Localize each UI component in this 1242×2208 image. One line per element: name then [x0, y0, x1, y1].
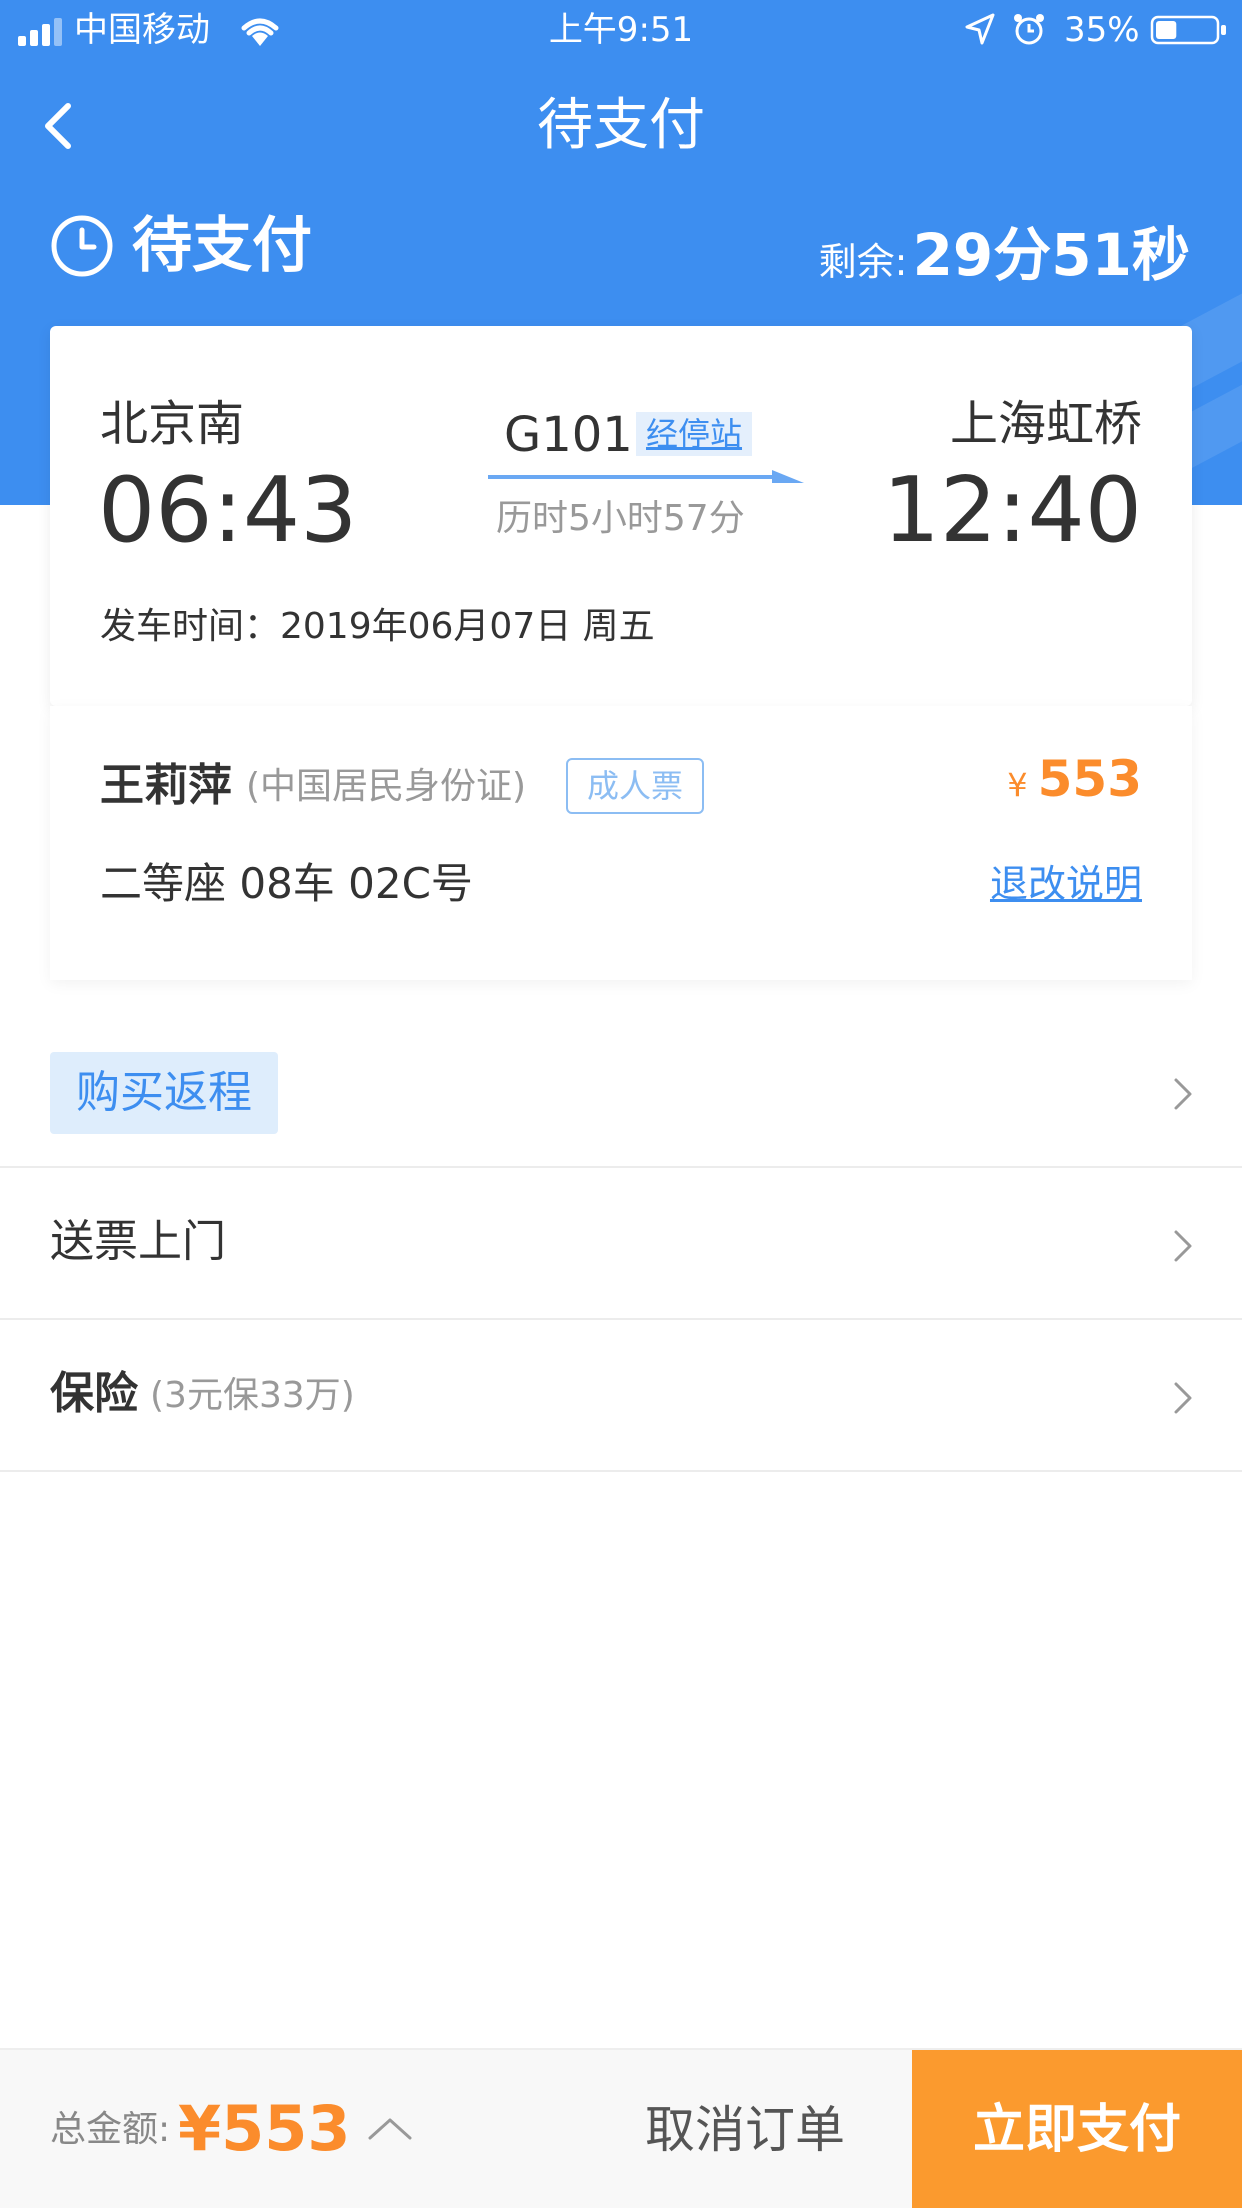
- countdown-value: 29分51秒: [912, 221, 1190, 289]
- chevron-right-icon: [1174, 1382, 1192, 1414]
- status-time: 上午9:51: [548, 10, 694, 50]
- departure-date: 发车时间：2019年06月07日 周五: [100, 606, 655, 647]
- seat-info: 二等座 08车 02C号: [100, 859, 473, 908]
- ticket-delivery-row[interactable]: 送票上门: [0, 1168, 1242, 1320]
- price-amount: 553: [1037, 750, 1142, 808]
- location-arrow-icon: [965, 13, 995, 45]
- arrival-station: 上海虹桥: [949, 396, 1142, 452]
- departure-station: 北京南: [100, 396, 245, 452]
- insurance-row[interactable]: 保险 (3元保33万): [0, 1320, 1242, 1472]
- bottom-bar: 总金额: ¥553 取消订单 立即支付: [0, 2048, 1242, 2208]
- countdown-label: 剩余:: [818, 240, 908, 284]
- payment-countdown: 剩余: 29分51秒: [819, 208, 1190, 292]
- ticket-card: 北京南 06:43 G101 经停站 历时5小时57分 上海虹桥 12:40 发…: [50, 326, 1192, 706]
- page-title: 待支付: [537, 93, 705, 158]
- delivery-label: 送票上门: [50, 1216, 226, 1267]
- alarm-icon: [1014, 14, 1044, 45]
- clock-icon: [51, 215, 113, 277]
- route-arrow-icon: [488, 470, 804, 483]
- cancel-order-button[interactable]: 取消订单: [620, 2050, 870, 2208]
- ticket-price: ¥553: [1007, 750, 1142, 808]
- trip-duration: 历时5小时57分: [496, 498, 745, 539]
- ticket-type-badge: 成人票: [566, 758, 704, 814]
- insurance-detail: (3元保33万): [150, 1375, 355, 1416]
- currency-symbol: ¥: [1007, 766, 1028, 804]
- pay-now-button[interactable]: 立即支付: [912, 2050, 1242, 2208]
- stops-link[interactable]: 经停站: [636, 412, 753, 456]
- total-amount: ¥553: [178, 2092, 351, 2165]
- battery-icon: [1150, 15, 1226, 45]
- return-trip-row[interactable]: 购买返程: [0, 1016, 1242, 1168]
- return-trip-label: 购买返程: [50, 1052, 278, 1134]
- passenger-card: 王莉萍 (中国居民身份证) 成人票 ¥553 二等座 08车 02C号 退改说明: [50, 706, 1192, 980]
- departure-time: 06:43: [98, 458, 358, 563]
- expand-price-detail-button[interactable]: [362, 2110, 418, 2150]
- train-number: G101: [504, 407, 633, 463]
- insurance-label: 保险: [50, 1368, 138, 1419]
- passenger-name: 王莉萍: [100, 760, 232, 811]
- passenger-id-type: (中国居民身份证): [246, 766, 527, 807]
- arrival-time: 12:40: [882, 458, 1142, 563]
- chevron-right-icon: [1174, 1078, 1192, 1110]
- battery-percent: 35%: [1064, 10, 1140, 50]
- chevron-right-icon: [1174, 1230, 1192, 1262]
- total-label: 总金额:: [50, 2109, 171, 2150]
- refund-rules-link[interactable]: 退改说明: [990, 856, 1142, 912]
- chevron-up-icon: [368, 2118, 412, 2140]
- status-bar: 中国移动 上午9:51 35%: [0, 0, 1242, 62]
- order-status-label: 待支付: [132, 211, 312, 281]
